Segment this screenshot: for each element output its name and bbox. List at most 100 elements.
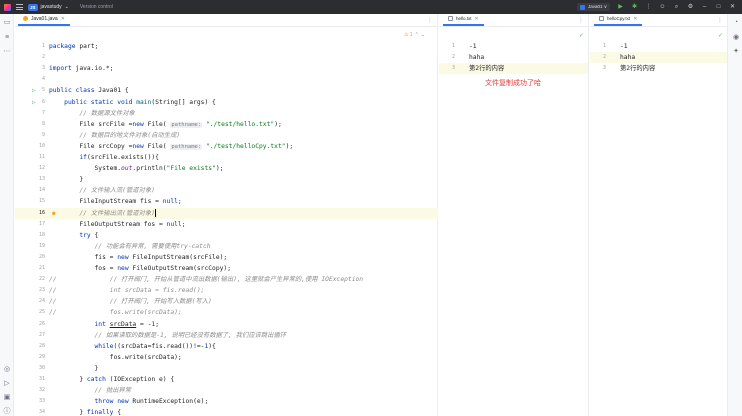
text-file-icon [599, 16, 604, 21]
run-gutter-icon[interactable]: ▷ [32, 85, 36, 96]
code-text: // 数据目的地文件对象(自动生成) [79, 131, 181, 139]
main-menu-icon[interactable] [16, 4, 23, 10]
code-text: import java.io.*; [49, 65, 114, 73]
code-line[interactable]: 2 [15, 52, 438, 63]
code-line[interactable]: 31 } catch (IOException e) { [15, 374, 438, 385]
text-line[interactable]: 1 -1 [439, 41, 588, 52]
code-line[interactable]: 7 // 数据源文件对象 [15, 108, 438, 119]
tab-options-icon[interactable]: ⋮ [717, 17, 723, 24]
line-number: 1 [602, 43, 606, 49]
text-line[interactable]: 2 haha [439, 52, 588, 63]
annotation-note: 文件复制成功了哈 [485, 79, 541, 87]
line-text: -1 [620, 43, 628, 50]
debug-icon[interactable]: ✱ [631, 4, 638, 11]
line-number: 4 [41, 76, 45, 83]
chevron-up-icon: ⌃ [414, 32, 419, 38]
code-line[interactable]: 16 ● // 文件输出流(管道对象) [15, 207, 438, 219]
code-line[interactable]: 21 fos = new FileOutputStream(srcCopy); [15, 263, 438, 274]
more-tools-icon[interactable]: ⋯ [3, 48, 11, 56]
notifications-icon[interactable]: ◔ [732, 19, 740, 27]
run-gutter-icon[interactable]: ▷ [32, 97, 36, 108]
code-text: fos.write(srcData); [49, 353, 182, 361]
settings-icon[interactable]: ⚙ [687, 4, 694, 11]
app-logo-icon[interactable] [4, 3, 11, 11]
tab-java01[interactable]: Java01.java ✕ [18, 13, 70, 26]
code-line[interactable]: 14 // 文件输入流(管道对象) [15, 185, 438, 196]
code-line[interactable]: 8 File srcFile =new File( pathname: "./t… [15, 119, 438, 130]
code-line[interactable]: 4 [15, 74, 438, 85]
java-file-icon [23, 16, 28, 21]
problems-icon[interactable]: ⓘ [3, 408, 11, 416]
code-editor[interactable]: Java01.java ✕ ⋮ ⚠ 1 ⌃ ⌄ 1 package part; 2 3… [15, 14, 438, 416]
structure-icon[interactable]: ≡ [3, 34, 11, 42]
user-icon[interactable]: ☺ [659, 4, 666, 11]
code-line[interactable]: 13 } [15, 174, 438, 185]
tab-label: hello.txt [456, 16, 472, 21]
code-line[interactable]: 32 // 抛出异常 [15, 385, 438, 396]
text-file-pane-hellocpy[interactable]: helloCpy.txt ✕ ⋮ ✓ 1 -1 2 haha 3 第2行的内容 [590, 14, 727, 416]
code-line[interactable]: 6 ▷ public static void main(String[] args… [15, 97, 438, 108]
line-number: 1 [451, 43, 455, 49]
more-icon[interactable]: ⋮ [645, 4, 652, 11]
code-line[interactable]: 33 throw new RuntimeException(e); [15, 396, 438, 407]
run-tool-icon[interactable]: ▷ [3, 380, 11, 388]
tab-hello-txt[interactable]: hello.txt ✕ [443, 13, 484, 26]
code-line[interactable]: 5 ▷ public class Java01 { [15, 85, 438, 96]
code-line[interactable]: 25 // fos.write(srcData); [15, 307, 438, 318]
tab-options-icon[interactable]: ⋮ [427, 17, 433, 24]
line-number: 29 [38, 353, 45, 360]
code-line[interactable]: 22 // // 打开阀门, 开始从管道中流出数据(输出), 这里就会产生异常的,… [15, 274, 438, 285]
terminal-icon[interactable]: ▣ [3, 394, 11, 402]
code-line[interactable]: 3 import java.io.*; [15, 63, 438, 74]
code-line[interactable]: 17 FileOutputStream fos = null; [15, 219, 438, 230]
line-number: 16 [38, 209, 45, 216]
text-line[interactable]: 2 haha [590, 52, 727, 64]
close-tab-icon[interactable]: ✕ [475, 16, 479, 22]
maximize-icon[interactable]: □ [715, 4, 722, 11]
close-icon[interactable]: ✕ [729, 4, 736, 11]
code-line[interactable]: 10 File srcCopy =new File( pathname: "./… [15, 141, 438, 152]
close-tab-icon[interactable]: ✕ [61, 16, 65, 22]
line-text: haha [469, 54, 485, 62]
code-line[interactable]: 30 } [15, 363, 438, 374]
code-line[interactable]: 27 // 如果读取的数据是-1, 说明已经没有数据了, 我们应该跳出循环 [15, 330, 438, 341]
text-line[interactable]: 3 第2行的内容 [590, 63, 727, 74]
code-line[interactable]: 24 // // 打开阀门, 开始写入数据(写入) [15, 296, 438, 307]
code-line[interactable]: 26 int srcData = -1; [15, 319, 438, 330]
text-line[interactable]: 3 第2行的内容 [439, 63, 588, 75]
code-line[interactable]: 23 // int srcData = fis.read(); [15, 285, 438, 296]
text-file-pane-hello[interactable]: hello.txt ✕ ⋮ ✓ 1 -1 2 haha 3 第2行的内容 文件复制成功了哈 [439, 14, 589, 416]
code-line[interactable]: 9 // 数据目的地文件对象(自动生成) [15, 130, 438, 141]
code-text: // 文件输入流(管道对象) [79, 187, 155, 195]
vcs-widget[interactable]: Version control [80, 4, 113, 10]
line-text: 第2行的内容 [620, 65, 656, 73]
code-line[interactable]: 28 while((srcData=fis.read())!=-1){ [15, 341, 438, 352]
code-line[interactable]: 12 System.out.println("File exists"); [15, 163, 438, 174]
code-line[interactable]: 19 // 功能会有异常, 需要使用try-catch [15, 241, 438, 252]
code-line[interactable]: 1 package part; [15, 41, 438, 52]
checkmark-icon: ✓ [578, 33, 584, 39]
code-line[interactable]: 11 if(srcFile.exists()){ [15, 152, 438, 163]
text-line[interactable]: 1 -1 [590, 41, 727, 52]
run-icon[interactable]: ▶ [617, 4, 624, 11]
project-folder-icon[interactable]: ▭ [3, 19, 11, 27]
minimize-icon[interactable]: – [701, 4, 708, 11]
code-line[interactable]: 29 fos.write(srcData); [15, 352, 438, 363]
run-config-selector[interactable]: Java01 ∨ [576, 3, 610, 11]
code-line[interactable]: 18 try { [15, 230, 438, 241]
inspection-widget[interactable]: ⚠ 1 ⌃ ⌄ [404, 32, 425, 38]
code-text: if(srcFile.exists()){ [79, 154, 159, 161]
line-number: 33 [38, 398, 45, 405]
services-icon[interactable]: ◎ [3, 366, 11, 374]
project-switcher[interactable]: JS javastudy ⌄ [28, 3, 69, 11]
tab-options-icon[interactable]: ⋮ [578, 17, 584, 24]
code-line[interactable]: 34 } finally { [15, 407, 438, 416]
code-text: // 文件输出流(管道对象) [79, 208, 156, 217]
tab-hellocpy-txt[interactable]: helloCpy.txt ✕ [594, 13, 643, 26]
code-line[interactable]: 20 fis = new FileInputStream(srcFile); [15, 252, 438, 263]
code-line[interactable]: 15 FileInputStream fis = null; [15, 196, 438, 207]
database-icon[interactable]: ◉ [732, 34, 740, 42]
ai-assistant-icon[interactable]: ✦ [732, 48, 740, 56]
close-tab-icon[interactable]: ✕ [633, 16, 637, 22]
search-icon[interactable]: ⌕ [673, 4, 680, 11]
